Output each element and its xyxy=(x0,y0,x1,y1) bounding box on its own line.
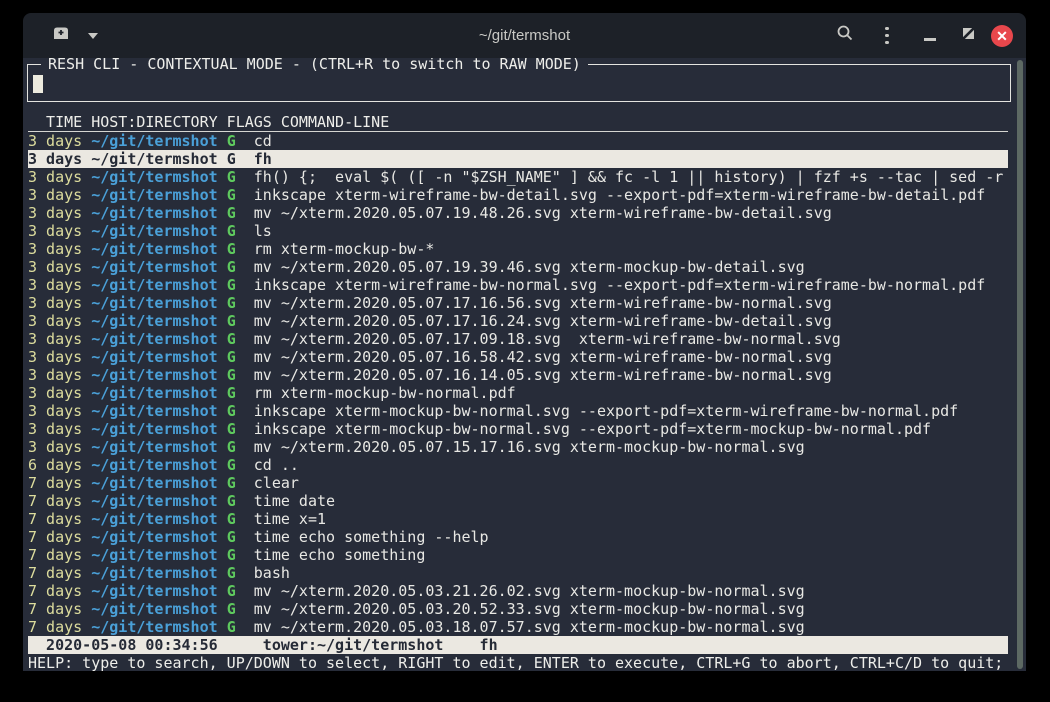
history-row[interactable]: 3 days ~/git/termshot G rm xterm-mockup-… xyxy=(28,240,1008,258)
minimize-button[interactable] xyxy=(916,13,944,58)
history-row[interactable]: 7 days ~/git/termshot G time echo someth… xyxy=(28,528,1008,546)
history-row[interactable]: 3 days ~/git/termshot G mv ~/xterm.2020.… xyxy=(28,366,1008,384)
history-row[interactable]: 3 days ~/git/termshot G mv ~/xterm.2020.… xyxy=(28,312,1008,330)
history-row[interactable]: 3 days ~/git/termshot G inkscape xterm-m… xyxy=(28,402,1008,420)
history-row[interactable]: 3 days ~/git/termshot G mv ~/xterm.2020.… xyxy=(28,330,1008,348)
history-row[interactable]: 3 days ~/git/termshot G fh xyxy=(28,150,1008,168)
history-row[interactable]: 3 days ~/git/termshot G mv ~/xterm.2020.… xyxy=(28,258,1008,276)
history-list: 3 days ~/git/termshot G cd3 days ~/git/t… xyxy=(28,132,1008,636)
search-icon xyxy=(836,24,854,47)
history-row[interactable]: 7 days ~/git/termshot G time date xyxy=(28,492,1008,510)
history-row[interactable]: 3 days ~/git/termshot G inkscape xterm-w… xyxy=(28,276,1008,294)
terminal-screen[interactable]: RESH CLI - CONTEXTUAL MODE - (CTRL+R to … xyxy=(23,58,1026,671)
history-row[interactable]: 6 days ~/git/termshot G cd .. xyxy=(28,456,1008,474)
close-button[interactable]: ✕ xyxy=(988,13,1016,58)
history-row[interactable]: 7 days ~/git/termshot G mv ~/xterm.2020.… xyxy=(28,600,1008,618)
selected-entry-status: 2020-05-08 00:34:56 tower:~/git/termshot… xyxy=(28,636,1008,654)
chevron-down-icon xyxy=(88,33,98,39)
history-row[interactable]: 7 days ~/git/termshot G time x=1 xyxy=(28,510,1008,528)
tab-dropdown-button[interactable] xyxy=(79,13,107,58)
minimize-icon xyxy=(924,38,936,41)
history-row[interactable]: 3 days ~/git/termshot G mv ~/xterm.2020.… xyxy=(28,294,1008,312)
history-row[interactable]: 7 days ~/git/termshot G time echo someth… xyxy=(28,546,1008,564)
resh-search-input[interactable]: RESH CLI - CONTEXTUAL MODE - (CTRL+R to … xyxy=(27,64,1011,102)
restore-icon xyxy=(962,27,975,45)
scrollbar[interactable] xyxy=(1017,60,1023,669)
history-row[interactable]: 3 days ~/git/termshot G inkscape xterm-w… xyxy=(28,186,1008,204)
history-row[interactable]: 3 days ~/git/termshot G cd xyxy=(28,132,1008,150)
text-cursor xyxy=(33,75,43,93)
resh-box-title: RESH CLI - CONTEXTUAL MODE - (CTRL+R to … xyxy=(41,58,588,73)
help-line: HELP: type to search, UP/DOWN to select,… xyxy=(28,654,1008,671)
search-button[interactable] xyxy=(831,13,859,58)
history-row[interactable]: 7 days ~/git/termshot G bash xyxy=(28,564,1008,582)
history-table-header: TIME HOST:DIRECTORY FLAGS COMMAND-LINE xyxy=(28,113,1008,132)
terminal-window: ~/git/termshot xyxy=(23,13,1026,671)
history-row[interactable]: 3 days ~/git/termshot G mv ~/xterm.2020.… xyxy=(28,438,1008,456)
history-row[interactable]: 3 days ~/git/termshot G mv ~/xterm.2020.… xyxy=(28,348,1008,366)
tab-new-icon xyxy=(51,24,71,47)
history-row[interactable]: 3 days ~/git/termshot G fh() {; eval $( … xyxy=(28,168,1008,186)
history-row[interactable]: 7 days ~/git/termshot G mv ~/xterm.2020.… xyxy=(28,582,1008,600)
titlebar: ~/git/termshot xyxy=(23,13,1026,58)
menu-button[interactable] xyxy=(873,13,901,58)
history-row[interactable]: 3 days ~/git/termshot G mv ~/xterm.2020.… xyxy=(28,204,1008,222)
kebab-menu-icon xyxy=(885,27,889,45)
history-row[interactable]: 7 days ~/git/termshot G mv ~/xterm.2020.… xyxy=(28,618,1008,636)
close-icon: ✕ xyxy=(991,25,1013,47)
history-row[interactable]: 3 days ~/git/termshot G rm xterm-mockup-… xyxy=(28,384,1008,402)
history-row[interactable]: 7 days ~/git/termshot G clear xyxy=(28,474,1008,492)
new-tab-button[interactable] xyxy=(47,13,75,58)
history-row[interactable]: 3 days ~/git/termshot G inkscape xterm-m… xyxy=(28,420,1008,438)
restore-button[interactable] xyxy=(954,13,982,58)
history-row[interactable]: 3 days ~/git/termshot G ls xyxy=(28,222,1008,240)
